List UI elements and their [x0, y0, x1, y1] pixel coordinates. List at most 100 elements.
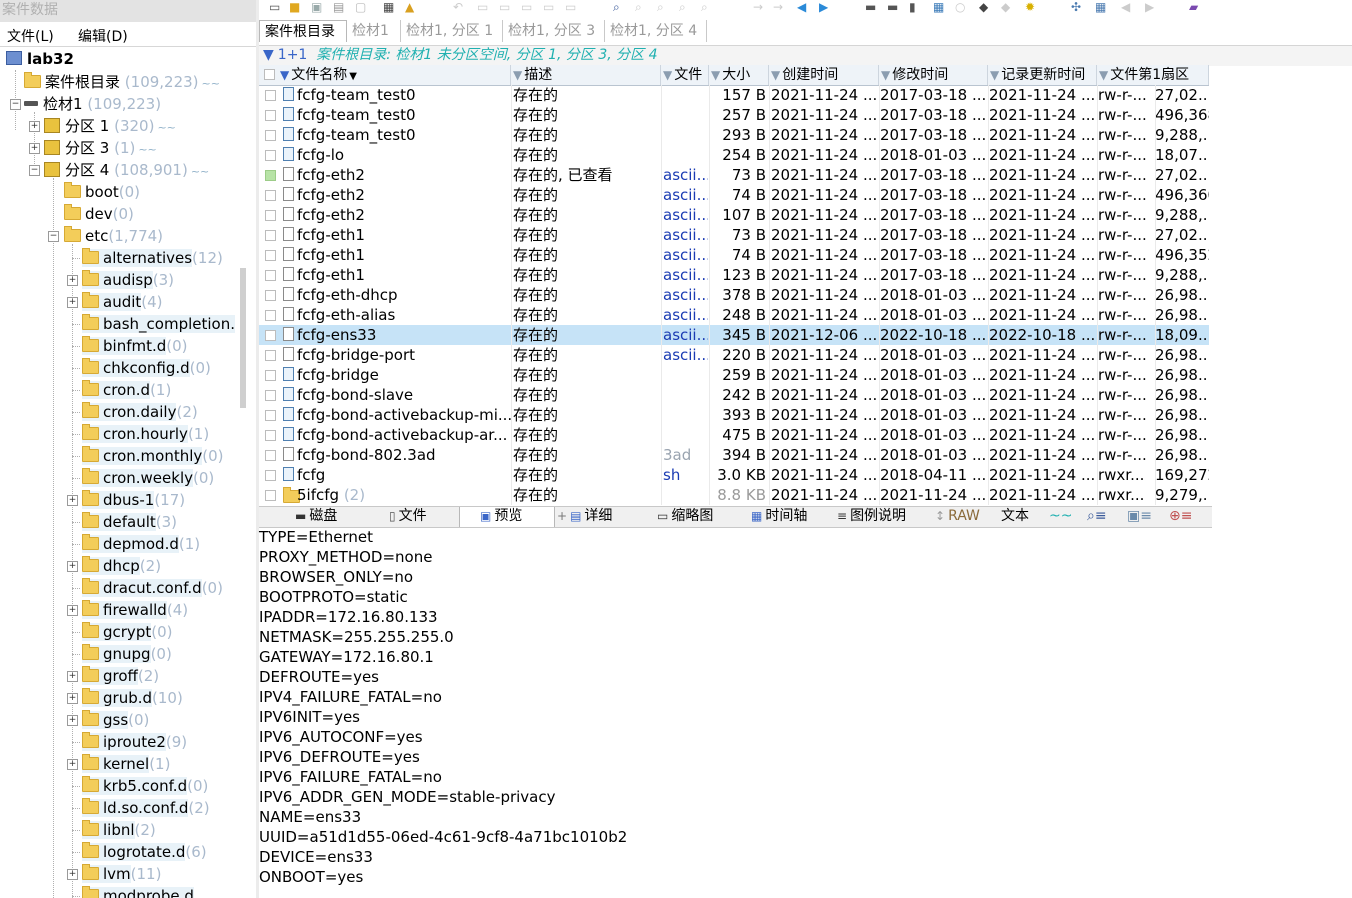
tab-details[interactable]: + ▤ 详细: [557, 507, 612, 527]
tree-node-folder[interactable]: audisp(3): [82, 269, 174, 291]
tab-text[interactable]: 文本: [1001, 507, 1029, 527]
row-checkbox[interactable]: [265, 490, 276, 501]
tree-node-folder[interactable]: gnupg(0): [82, 643, 172, 665]
menu-file[interactable]: 文件(L): [7, 26, 54, 46]
tree-node-folder[interactable]: kernel(1): [82, 753, 170, 775]
table-row[interactable]: fcfg-bridge-port 存在的 ascii... 220 B 2021-11-…: [259, 345, 1209, 365]
tree-node-folder[interactable]: modprobe.d: [82, 885, 194, 898]
tree-node-folder[interactable]: default(3): [82, 511, 177, 533]
expand-icon[interactable]: +: [29, 143, 40, 154]
expand-icon[interactable]: +: [67, 671, 78, 682]
expand-icon[interactable]: +: [67, 759, 78, 770]
calculator-icon[interactable]: ▦: [933, 0, 944, 14]
row-checkbox[interactable]: [265, 330, 276, 341]
tree-node-folder[interactable]: binfmt.d(0): [82, 335, 188, 357]
row-checkbox[interactable]: [265, 210, 276, 221]
new-icon[interactable]: ▭: [269, 0, 280, 14]
collapse-icon[interactable]: −: [10, 99, 21, 110]
row-checkbox[interactable]: [265, 430, 276, 441]
tree-node-folder[interactable]: bash_completion.: [82, 313, 235, 335]
row-checkbox[interactable]: [265, 90, 276, 101]
expand-icon[interactable]: +: [67, 297, 78, 308]
expand-icon[interactable]: +: [67, 275, 78, 286]
doc-icon[interactable]: ▭: [565, 0, 576, 14]
filter-icon[interactable]: ▼: [663, 68, 672, 82]
collapse-icon[interactable]: −: [29, 165, 40, 176]
tree-node-folder[interactable]: grub.d(10): [82, 687, 183, 709]
find-prev-icon[interactable]: ⌕: [679, 0, 686, 14]
tab-evidence1-partition1[interactable]: 检材1, 分区 1: [401, 20, 503, 42]
tree-node-etc[interactable]: etc(1,774): [64, 225, 163, 247]
tab-file[interactable]: ▯ 文件: [389, 507, 427, 527]
arrow-right-gray-icon[interactable]: →: [753, 0, 763, 14]
tree-node-folder[interactable]: chkconfig.d(0): [82, 357, 211, 379]
row-checkbox[interactable]: [265, 310, 276, 321]
tab-case-root[interactable]: 案件根目录: [259, 20, 347, 42]
tree-node-case-root[interactable]: 案件根目录 (109,223) ~~: [24, 71, 220, 93]
row-checkbox[interactable]: [265, 170, 276, 181]
tree-node-boot[interactable]: boot(0): [64, 181, 140, 203]
table-row[interactable]: fcfg-eth-dhcp 存在的 ascii... 378 B 2021-11-24 …: [259, 285, 1209, 305]
search-doc-icon[interactable]: ▭: [543, 0, 554, 14]
expand-icon[interactable]: +: [67, 869, 78, 880]
row-checkbox[interactable]: [265, 290, 276, 301]
table-row[interactable]: fcfg-team_test0 存在的 257 B 2021-11-24 ... 201…: [259, 105, 1209, 125]
binoculars-icon[interactable]: ⌕≡: [1087, 507, 1107, 527]
tab-thumbnails[interactable]: ▭ 缩略图: [657, 507, 713, 527]
tree-node-folder[interactable]: alternatives(12): [82, 247, 223, 269]
tree-node-folder[interactable]: cron.weekly(0): [82, 467, 214, 489]
tree-node-folder[interactable]: groff(2): [82, 665, 159, 687]
table-row[interactable]: fcfg-eth1 存在的 ascii... 73 B 2021-11-24 ... 20…: [259, 225, 1209, 245]
tab-evidence1-partition4[interactable]: 检材1, 分区 4: [605, 20, 707, 42]
collapse-icon[interactable]: −: [48, 231, 59, 242]
table-row[interactable]: fcfg-eth-alias 存在的 ascii... 248 B 2021-11-24…: [259, 305, 1209, 325]
table-row[interactable]: fcfg 存在的 sh 3.0 KB 2021-11-24 ... 2018-04-11 …: [259, 465, 1209, 485]
forward-arrow-icon[interactable]: ▶: [819, 0, 828, 14]
add-icon[interactable]: ▲: [405, 0, 414, 14]
select-all-checkbox[interactable]: [264, 69, 275, 80]
copy-icon[interactable]: ▭: [477, 0, 488, 14]
table-row[interactable]: fcfg-bond-activebackup-ar... 存在的 475 B 2021…: [259, 425, 1209, 445]
row-checkbox[interactable]: [265, 470, 276, 481]
back-arrow-icon[interactable]: ◀: [797, 0, 806, 14]
tree-node-folder[interactable]: firewalld(4): [82, 599, 188, 621]
row-checkbox[interactable]: [265, 270, 276, 281]
col-description[interactable]: ▼ 描述: [511, 65, 661, 85]
tree-node-dev[interactable]: dev(0): [64, 203, 134, 225]
table-row[interactable]: 5ifcfg (2) 存在的 8.8 KB 2021-11-24 ... 2021-11…: [259, 485, 1209, 505]
table-row[interactable]: fcfg-bond-slave 存在的 242 B 2021-11-24 ... 201…: [259, 385, 1209, 405]
cut-icon[interactable]: ▭: [521, 0, 532, 14]
tree-node-folder[interactable]: gss(0): [82, 709, 149, 731]
tree-node-folder[interactable]: gcrypt(0): [82, 621, 172, 643]
tree-node-folder[interactable]: ld.so.conf.d(2): [82, 797, 210, 819]
table-row[interactable]: fcfg-team_test0 存在的 293 B 2021-11-24 ... 201…: [259, 125, 1209, 145]
copy-view-icon[interactable]: ▣≡: [1127, 507, 1152, 527]
tree-node-lab32[interactable]: lab32: [6, 48, 74, 70]
col-filename[interactable]: ▼ 文件名称 ▼: [259, 65, 511, 85]
row-checkbox[interactable]: [265, 130, 276, 141]
table-row[interactable]: fcfg-bond-802.3ad 存在的 3ad 394 B 2021-11-24 .…: [259, 445, 1209, 465]
tab-disk[interactable]: ▬ 磁盘: [295, 507, 337, 527]
target-icon[interactable]: ⊕≡: [1169, 507, 1192, 527]
table-row[interactable]: fcfg-eth1 存在的 ascii... 123 B 2021-11-24 ... 2…: [259, 265, 1209, 285]
row-checkbox[interactable]: [265, 390, 276, 401]
export-icon[interactable]: ▢: [355, 0, 366, 14]
tree-node-folder[interactable]: cron.hourly(1): [82, 423, 209, 445]
expand-icon[interactable]: +: [67, 561, 78, 572]
row-checkbox[interactable]: [265, 370, 276, 381]
arrow-right-gray2-icon[interactable]: →: [773, 0, 783, 14]
tree-node-folder[interactable]: lvm(11): [82, 863, 161, 885]
tree-node-folder[interactable]: depmod.d(1): [82, 533, 200, 555]
magnify-icon[interactable]: ○: [955, 0, 965, 14]
expand-icon[interactable]: +: [29, 121, 40, 132]
row-checkbox[interactable]: [265, 190, 276, 201]
tree-node-folder[interactable]: dhcp(2): [82, 555, 161, 577]
table-row[interactable]: fcfg-ens33 存在的 ascii... 345 B 2021-12-06 ...…: [259, 325, 1209, 345]
filter-icon[interactable]: ▼: [1099, 68, 1108, 82]
filter-icon[interactable]: ▼: [513, 68, 522, 82]
col-modified[interactable]: ▼ 修改时间: [879, 65, 988, 85]
row-checkbox[interactable]: [265, 230, 276, 241]
prev-icon[interactable]: ◀: [1121, 0, 1130, 14]
tab-preview[interactable]: ▣ 预览: [459, 507, 555, 527]
tool-icon[interactable]: ◆: [979, 0, 988, 14]
